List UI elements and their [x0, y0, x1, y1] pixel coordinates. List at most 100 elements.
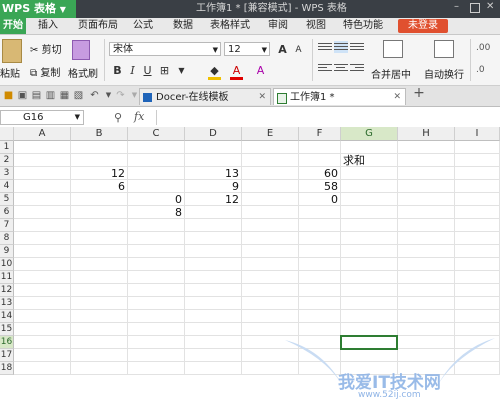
menu-data[interactable]: 数据 [173, 18, 193, 34]
border-icon[interactable]: ⊞ [158, 64, 171, 77]
menu-page-layout[interactable]: 页面布局 [78, 18, 118, 34]
cell-d3[interactable]: 13 [185, 167, 242, 180]
row-header-17[interactable]: 17 [0, 349, 14, 362]
copy-button[interactable]: ⧉ 复制 [30, 64, 60, 79]
menu-insert[interactable]: 插入 [38, 18, 58, 34]
chevron-down-icon[interactable]: ▼ [175, 64, 188, 77]
tab-workbook1[interactable]: 工作簿1 * ✕ [273, 88, 406, 105]
wrap-icon[interactable] [434, 40, 454, 58]
row-header-3[interactable]: 3 [0, 167, 14, 180]
folder-icon[interactable]: ■ [3, 90, 14, 101]
column-header-a[interactable]: A [14, 127, 71, 141]
font-color-icon[interactable]: A [230, 64, 243, 80]
row-header-9[interactable]: 9 [0, 245, 14, 258]
paste-button[interactable]: 粘贴 [0, 65, 20, 80]
row-header-5[interactable]: 5 [0, 193, 14, 206]
column-header-h[interactable]: H [398, 127, 455, 141]
minimize-icon[interactable]: – [454, 1, 459, 12]
column-header-i[interactable]: I [455, 127, 500, 141]
menu-view[interactable]: 视图 [306, 18, 326, 34]
row-header-7[interactable]: 7 [0, 219, 14, 232]
align-center-icon[interactable] [334, 62, 348, 74]
merge-center-button[interactable]: 合并居中 [371, 66, 411, 81]
align-left-icon[interactable] [318, 62, 332, 74]
redo-icon[interactable]: ↷ [115, 90, 126, 101]
merge-icon[interactable] [383, 40, 403, 58]
undo-icon[interactable]: ↶ [89, 90, 100, 101]
save-icon[interactable]: ▣ [17, 90, 28, 101]
bold-button[interactable]: B [111, 64, 124, 77]
cell-d4[interactable]: 9 [185, 180, 242, 193]
fill-color-icon[interactable]: ◆ [208, 64, 221, 80]
new-tab-icon[interactable]: + [412, 86, 426, 102]
close-icon[interactable]: ✕ [486, 1, 494, 12]
function-icon[interactable]: fx [134, 110, 144, 123]
number-format-icon[interactable]: .00 [476, 43, 490, 53]
select-all-corner[interactable] [0, 127, 14, 141]
row-header-6[interactable]: 6 [0, 206, 14, 219]
cell-b4[interactable]: 6 [71, 180, 128, 193]
paste-icon[interactable]: ▧ [73, 90, 84, 101]
menu-home[interactable]: 开始 [0, 18, 26, 34]
column-header-g[interactable]: G [341, 127, 398, 141]
column-header-f[interactable]: F [299, 127, 341, 141]
cell-d5[interactable]: 12 [185, 193, 242, 206]
preview-icon[interactable]: ▦ [59, 90, 70, 101]
menu-table-style[interactable]: 表格样式 [210, 18, 250, 34]
decrease-font-icon[interactable]: A [292, 44, 305, 57]
menu-review[interactable]: 审阅 [268, 18, 288, 34]
login-button[interactable]: 未登录 [398, 19, 448, 33]
close-icon[interactable]: ✕ [393, 89, 401, 106]
row-header-11[interactable]: 11 [0, 271, 14, 284]
menu-features[interactable]: 特色功能 [343, 18, 383, 34]
font-name-select[interactable]: 宋体 ▼ [109, 42, 221, 56]
font-size-select[interactable]: 12 ▼ [224, 42, 270, 56]
format-painter-button[interactable]: 格式刷 [68, 65, 98, 80]
increase-font-icon[interactable]: A [276, 43, 289, 56]
brush-icon[interactable] [72, 40, 90, 60]
row-header-15[interactable]: 15 [0, 323, 14, 336]
print-icon[interactable]: ▥ [45, 90, 56, 101]
cut-button[interactable]: ✂ 剪切 [30, 41, 62, 56]
align-right-icon[interactable] [350, 62, 364, 74]
menu-formulas[interactable]: 公式 [133, 18, 153, 34]
app-menu-button[interactable]: WPS 表格 ▼ [0, 0, 76, 18]
decimal-icon[interactable]: .0 [476, 65, 485, 75]
row-header-18[interactable]: 18 [0, 362, 14, 375]
column-header-c[interactable]: C [128, 127, 185, 141]
maximize-icon[interactable] [470, 3, 480, 13]
column-header-e[interactable]: E [242, 127, 299, 141]
cell-c6[interactable]: 8 [128, 206, 185, 219]
paste-icon[interactable] [2, 39, 22, 63]
cell-f3[interactable]: 60 [299, 167, 341, 180]
name-box[interactable]: G16 ▼ [0, 110, 84, 125]
row-header-1[interactable]: 1 [0, 141, 14, 154]
underline-button[interactable]: U [141, 64, 154, 77]
row-header-4[interactable]: 4 [0, 180, 14, 193]
row-header-13[interactable]: 13 [0, 297, 14, 310]
cell-b3[interactable]: 12 [71, 167, 128, 180]
row-header-14[interactable]: 14 [0, 310, 14, 323]
cell-f5[interactable]: 0 [299, 193, 341, 206]
column-header-d[interactable]: D [185, 127, 242, 141]
tab-docer-templates[interactable]: Docer-在线模板 ✕ [139, 88, 271, 105]
cell-c5[interactable]: 0 [128, 193, 185, 206]
clear-format-icon[interactable]: A [254, 64, 267, 77]
row-header-2[interactable]: 2 [0, 154, 14, 167]
cell-f4[interactable]: 58 [299, 180, 341, 193]
row-header-8[interactable]: 8 [0, 232, 14, 245]
zoom-search-icon[interactable]: ⚲ [114, 111, 122, 124]
close-icon[interactable]: ✕ [258, 89, 266, 106]
row-header-10[interactable]: 10 [0, 258, 14, 271]
align-bottom-icon[interactable] [350, 41, 364, 53]
chevron-down-icon[interactable]: ▼ [103, 90, 114, 101]
export-pdf-icon[interactable]: ▤ [31, 90, 42, 101]
column-header-b[interactable]: B [71, 127, 128, 141]
row-header-16[interactable]: 16 [0, 336, 14, 349]
italic-button[interactable]: I [126, 64, 139, 77]
cell-g2[interactable]: 求和 [341, 154, 398, 167]
row-header-12[interactable]: 12 [0, 284, 14, 297]
align-middle-icon[interactable] [334, 41, 348, 53]
auto-wrap-button[interactable]: 自动换行 [424, 66, 464, 81]
align-top-icon[interactable] [318, 41, 332, 53]
